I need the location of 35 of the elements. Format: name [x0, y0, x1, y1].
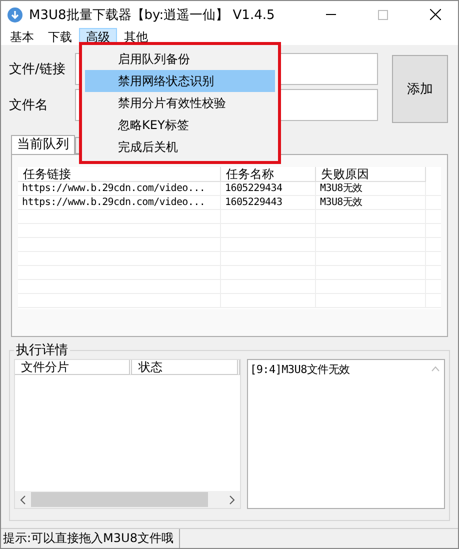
menu-item[interactable]: 下载: [41, 28, 79, 45]
table-cell: https://www.b.29cdn.com/video...: [18, 196, 221, 209]
close-icon: [430, 9, 440, 20]
minimize-icon: [326, 14, 336, 15]
menu-item[interactable]: 启用队列备份: [85, 48, 275, 70]
scroll-right-icon[interactable]: [228, 494, 236, 504]
menu-item[interactable]: 完成后关机: [85, 136, 275, 158]
column-header[interactable]: 状态: [132, 360, 240, 375]
table-cell: 1605229443: [221, 196, 316, 209]
group-title: 执行详情: [15, 342, 69, 359]
log-line: [9:4]M3U8文件无效: [249, 362, 351, 378]
menu-item[interactable]: 其他: [117, 28, 155, 45]
column-header[interactable]: 任务链接: [18, 167, 221, 182]
add-button[interactable]: 添加: [392, 55, 448, 123]
column-header[interactable]: 文件分片: [15, 360, 132, 375]
status-text: 提示:可以直接拖入M3U8文件哦: [1, 529, 180, 548]
app-icon: [7, 6, 23, 22]
column-header[interactable]: 失败原因: [316, 167, 426, 182]
scroll-left-icon[interactable]: [19, 494, 27, 504]
menu-item[interactable]: 忽略KEY标签: [85, 114, 275, 136]
menu-item[interactable]: 禁用网络状态识别: [85, 70, 275, 92]
table-cell: M3U8无效: [316, 196, 426, 209]
scroll-up-icon[interactable]: [431, 366, 440, 372]
table-cell: M3U8无效: [316, 182, 426, 195]
field-label: 文件名: [9, 97, 49, 114]
menu-item[interactable]: 禁用分片有效性校验: [85, 92, 275, 114]
column-header[interactable]: 任务名称: [221, 167, 316, 182]
table-cell: https://www.b.29cdn.com/video...: [18, 182, 221, 195]
field-label: 文件/链接: [9, 61, 66, 78]
table-cell: 1605229434: [221, 182, 316, 195]
menu-item[interactable]: 基本: [3, 28, 41, 45]
scrollbar[interactable]: [15, 491, 240, 508]
tab[interactable]: 当前队列: [11, 135, 75, 154]
maximize-icon: [378, 10, 388, 20]
window-title: M3U8批量下载器【by:逍遥一仙】 V1.4.5: [29, 6, 276, 24]
